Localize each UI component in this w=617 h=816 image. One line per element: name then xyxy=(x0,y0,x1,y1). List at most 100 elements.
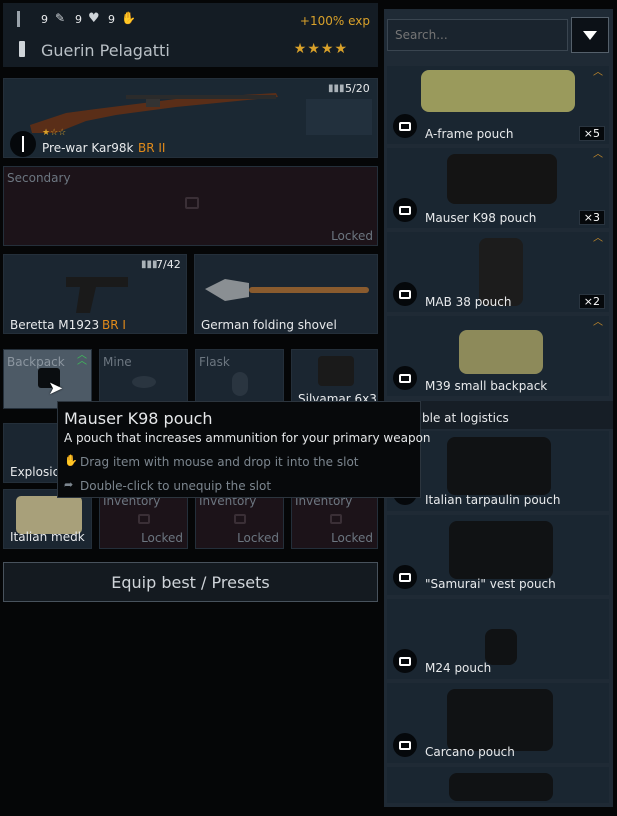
mauser-k98-pouch-image xyxy=(447,154,557,204)
flask-slot[interactable]: Flask xyxy=(195,349,284,409)
primary-mod-slot[interactable] xyxy=(306,99,372,135)
item-name: "Samurai" vest pouch xyxy=(425,577,556,591)
item-count: ×3 xyxy=(578,210,605,225)
hands-icon: ✋ xyxy=(121,11,136,25)
soldier-name: Guerin Pelagatti xyxy=(41,41,170,60)
explosive-label: Explosic xyxy=(10,465,60,479)
lock-icon xyxy=(330,514,342,524)
hand-icon: ✋ xyxy=(64,454,78,467)
list-item[interactable]: ︿ A-frame pouch ×5 xyxy=(387,66,609,144)
pouch-category-icon xyxy=(393,649,417,673)
primary-weapon-slot[interactable]: ▮▮▮ 5/20 ★☆☆ Pre-war Kar98k BR II xyxy=(3,78,378,158)
sidearm-slot[interactable]: ▮▮▮ 7/42 Beretta M1923 BR I xyxy=(3,254,187,334)
equip-best-button[interactable]: Equip best / Presets xyxy=(3,562,378,602)
secondary-label: Secondary xyxy=(7,171,71,185)
upgrade-chevron-icon: ︿ xyxy=(593,149,603,160)
carcano-pouch-image xyxy=(447,689,553,751)
mine-slot[interactable]: Mine xyxy=(99,349,188,409)
secondary-weapon-slot: Secondary Locked xyxy=(3,166,378,246)
stat-1: 9 xyxy=(41,13,48,26)
melee-name: German folding shovel xyxy=(201,318,337,332)
lock-icon xyxy=(138,514,150,524)
weapon-class-icon xyxy=(10,131,36,157)
medkit-label: Italian medk xyxy=(10,530,85,544)
mine-label: Mine xyxy=(103,355,132,369)
a-frame-pouch-image xyxy=(421,70,575,112)
list-item[interactable]: Carcano pouch xyxy=(387,683,609,763)
sidearm-ammo: 7/42 xyxy=(156,258,181,271)
item-name: Italian tarpaulin pouch xyxy=(425,493,561,507)
tooltip-hint-dblclick: Double-click to unequip the slot xyxy=(80,479,272,493)
search-input[interactable] xyxy=(387,19,568,51)
item-name: Mauser K98 pouch xyxy=(425,211,537,225)
inventory-slot-1: Inventory Locked xyxy=(99,489,188,549)
item-count: ×5 xyxy=(578,126,605,141)
tooltip-hint-drag: Drag item with mouse and drop it into th… xyxy=(80,455,359,469)
mouse-cursor-icon: ➤ xyxy=(48,378,64,399)
soldier-rank-stars: ★★★★ xyxy=(293,41,348,57)
m39-backpack-image xyxy=(459,330,543,374)
item-tooltip: Mauser K98 pouch A pouch that increases … xyxy=(57,401,431,498)
backpack-label: Backpack xyxy=(7,355,65,369)
shovel-image xyxy=(205,279,369,301)
sidearm-br: BR I xyxy=(102,318,126,332)
arrow-icon: ➦ xyxy=(64,478,74,491)
list-item[interactable]: ︿ MAB 38 pouch ×2 xyxy=(387,232,609,312)
samurai-vest-pouch-image xyxy=(449,521,553,579)
pouch-category-icon xyxy=(393,114,417,138)
pouch-category-icon xyxy=(393,733,417,757)
medkit-icon xyxy=(16,496,82,534)
exp-bonus: +100% exp xyxy=(299,14,370,28)
binoculars-icon xyxy=(318,356,354,386)
item-name: M24 pouch xyxy=(425,661,492,675)
primary-stars: ★☆☆ xyxy=(42,128,67,138)
pouch-category-icon xyxy=(393,198,417,222)
primary-name: Pre-war Kar98k xyxy=(42,141,134,155)
filter-icon xyxy=(583,30,597,40)
list-item[interactable]: ︿ Mauser K98 pouch ×3 xyxy=(387,148,609,228)
locked-label-1: Locked xyxy=(141,531,183,545)
tooltip-title: Mauser K98 pouch xyxy=(64,409,213,428)
upgrade-chevron-icon: ︿ xyxy=(593,317,603,328)
lock-icon xyxy=(185,197,199,209)
rifle-stat-icon xyxy=(17,11,20,27)
inventory-slot-3: Inventory Locked xyxy=(291,489,378,549)
locked-label-2: Locked xyxy=(237,531,279,545)
sidearm-name: Beretta M1923 xyxy=(10,318,100,332)
lock-icon xyxy=(234,514,246,524)
upgrade-icon: ︿ ︿ xyxy=(77,350,87,367)
pouch-category-icon xyxy=(393,565,417,589)
soldier-header: 9 ✎ 9 ♥ 9 ✋ +100% exp Guerin Pelagatti ★… xyxy=(3,3,378,67)
list-item[interactable] xyxy=(387,767,609,803)
soldier-class-icon xyxy=(19,41,25,57)
upgrade-chevron-icon: ︿ xyxy=(593,233,603,244)
m24-pouch-image xyxy=(485,629,517,665)
list-item[interactable]: "Samurai" vest pouch xyxy=(387,515,609,595)
item-count: ×2 xyxy=(578,294,605,309)
locked-label-3: Locked xyxy=(331,531,373,545)
medkit-slot[interactable]: Italian medk xyxy=(3,489,92,549)
logistics-header-label: ble at logistics xyxy=(422,411,509,425)
pistol-image xyxy=(66,277,128,313)
list-item[interactable]: M24 pouch xyxy=(387,599,609,679)
health-icon: ♥ xyxy=(88,11,100,26)
stat-2: 9 xyxy=(75,13,82,26)
flask-icon xyxy=(232,372,248,396)
inventory-slot-2: Inventory Locked xyxy=(195,489,284,549)
next-item-image xyxy=(449,773,553,801)
pouch-category-icon xyxy=(393,282,417,306)
item-name: MAB 38 pouch xyxy=(425,295,512,309)
binoculars-slot[interactable]: Silvamar 6x3 xyxy=(291,349,378,409)
backpack-slot[interactable]: Backpack ︿ ︿ ➤ xyxy=(3,349,92,409)
upgrade-chevron-icon: ︿ xyxy=(593,67,603,78)
melee-slot[interactable]: German folding shovel xyxy=(194,254,378,334)
primary-ammo: 5/20 xyxy=(345,82,370,95)
list-item[interactable]: ︿ M39 small backpack xyxy=(387,316,609,396)
filter-button[interactable] xyxy=(571,17,609,53)
backpack-category-icon xyxy=(393,366,417,390)
mine-icon xyxy=(132,376,156,388)
item-name: M39 small backpack xyxy=(425,379,548,393)
flask-label: Flask xyxy=(199,355,230,369)
item-name: Carcano pouch xyxy=(425,745,515,759)
primary-br: BR II xyxy=(138,141,166,155)
